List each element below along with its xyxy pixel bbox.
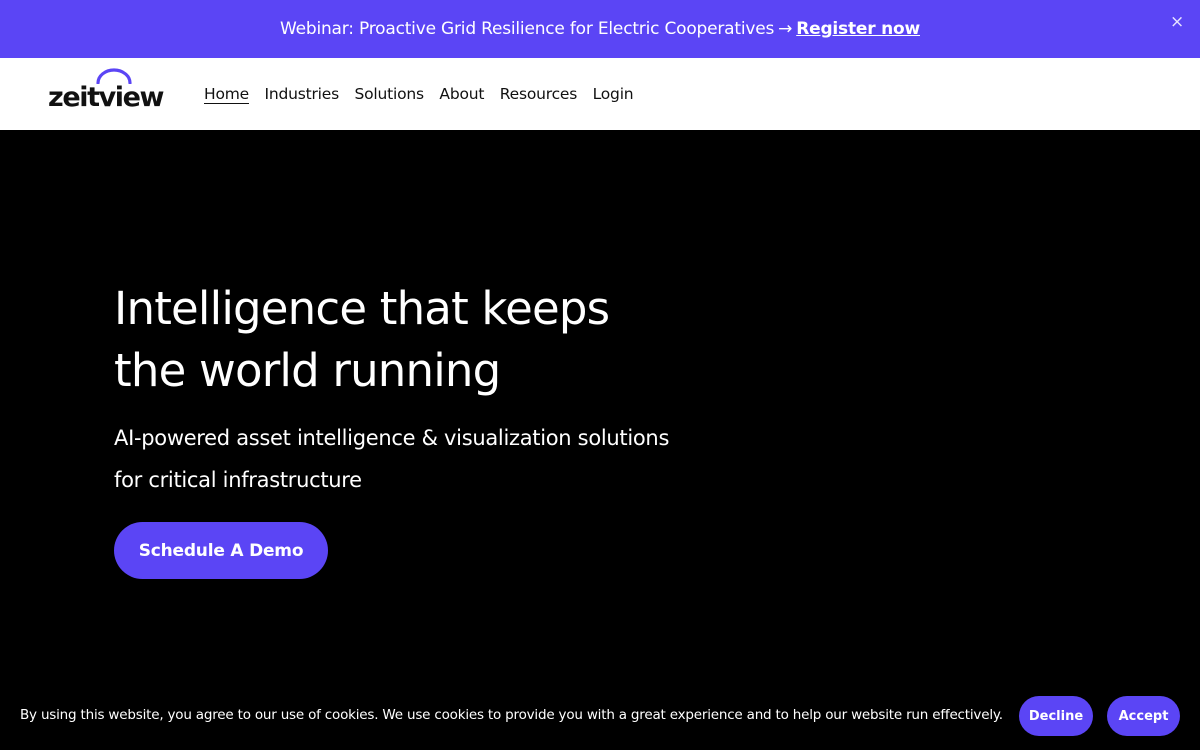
accept-button[interactable]: Accept xyxy=(1107,696,1180,736)
hero-subtitle: AI-powered asset intelligence & visualiz… xyxy=(114,426,670,492)
main-nav: Home Industries Solutions About Resource… xyxy=(204,58,649,130)
site-header: zeitview Home Industries Solutions About… xyxy=(0,58,1200,130)
arrow-icon: → xyxy=(778,19,793,39)
register-now-link[interactable]: Register now xyxy=(796,19,920,39)
close-icon[interactable]: × xyxy=(1170,14,1184,31)
nav-home[interactable]: Home xyxy=(204,85,249,103)
nav-industries[interactable]: Industries xyxy=(264,85,339,103)
nav-about[interactable]: About xyxy=(439,85,484,103)
nav-resources[interactable]: Resources xyxy=(500,85,578,103)
announcement-bar: Webinar: Proactive Grid Resilience for E… xyxy=(0,0,1200,58)
nav-solutions[interactable]: Solutions xyxy=(355,85,425,103)
announcement-text: Webinar: Proactive Grid Resilience for E… xyxy=(279,19,775,39)
hero-section: Intelligence that keeps the world runnin… xyxy=(0,130,1200,694)
cookie-banner: By using this website, you agree to our … xyxy=(0,680,1200,750)
zeitview-logo[interactable]: zeitview xyxy=(48,68,165,120)
nav-login[interactable]: Login xyxy=(593,85,634,103)
decline-button[interactable]: Decline xyxy=(1019,696,1093,736)
hero-title: Intelligence that keeps the world runnin… xyxy=(114,282,610,397)
logo-wordmark: zeitview xyxy=(48,82,165,113)
cookie-message: By using this website, you agree to our … xyxy=(20,707,1003,723)
schedule-demo-button[interactable]: Schedule A Demo xyxy=(114,522,328,579)
